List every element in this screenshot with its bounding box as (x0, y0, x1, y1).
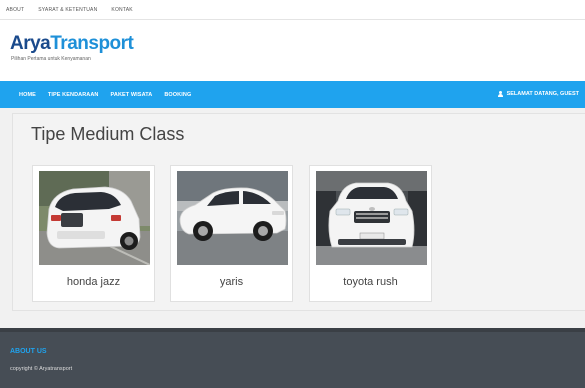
car-photo-honda-jazz[interactable] (39, 171, 150, 265)
car-photo-toyota-rush[interactable] (316, 171, 427, 265)
logo-text-transport: Transport (50, 33, 134, 54)
site-tagline: Pilihan Pertama untuk Kenyamanan (11, 56, 91, 62)
car-card-yaris[interactable]: yaris (170, 165, 293, 302)
main-navbar: HOME TIPE KENDARAAN PAKET WISATA BOOKING… (0, 81, 585, 108)
nav-home[interactable]: HOME (19, 92, 36, 98)
car-name-toyota-rush[interactable]: toyota rush (310, 276, 431, 288)
top-link-contact[interactable]: KONTAK (111, 7, 132, 13)
user-greeting[interactable]: SELAMAT DATANG, GUEST (498, 91, 579, 97)
top-link-terms[interactable]: SYARAT & KETENTUAN (38, 7, 97, 13)
site-logo[interactable]: AryaTransport (10, 33, 134, 55)
footer-copyright: copyright © Aryatransport (10, 366, 73, 372)
car-photo-yaris[interactable] (177, 171, 288, 265)
car-card-honda-jazz[interactable]: honda jazz (32, 165, 155, 302)
nav-tour-packages[interactable]: PAKET WISATA (111, 92, 153, 98)
page-title: Tipe Medium Class (31, 124, 185, 144)
user-icon (498, 91, 504, 97)
greeting-text: SELAMAT DATANG, GUEST (506, 91, 579, 97)
footer-about-title[interactable]: ABOUT US (10, 348, 47, 355)
header: AryaTransport Pilihan Pertama untuk Keny… (0, 20, 585, 81)
car-card-toyota-rush[interactable]: toyota rush (309, 165, 432, 302)
nav-booking[interactable]: BOOKING (164, 92, 191, 98)
car-name-honda-jazz[interactable]: honda jazz (33, 276, 154, 288)
top-links-bar: ABOUT SYARAT & KETENTUAN KONTAK (0, 0, 585, 20)
vehicle-section: Tipe Medium Class honda jazz yaris toyot… (12, 113, 585, 311)
car-name-yaris[interactable]: yaris (171, 276, 292, 288)
top-link-about[interactable]: ABOUT (6, 7, 24, 13)
footer: ABOUT US copyright © Aryatransport (0, 328, 585, 388)
logo-text-arya: Arya (10, 33, 51, 54)
nav-vehicle-types[interactable]: TIPE KENDARAAN (48, 92, 99, 98)
